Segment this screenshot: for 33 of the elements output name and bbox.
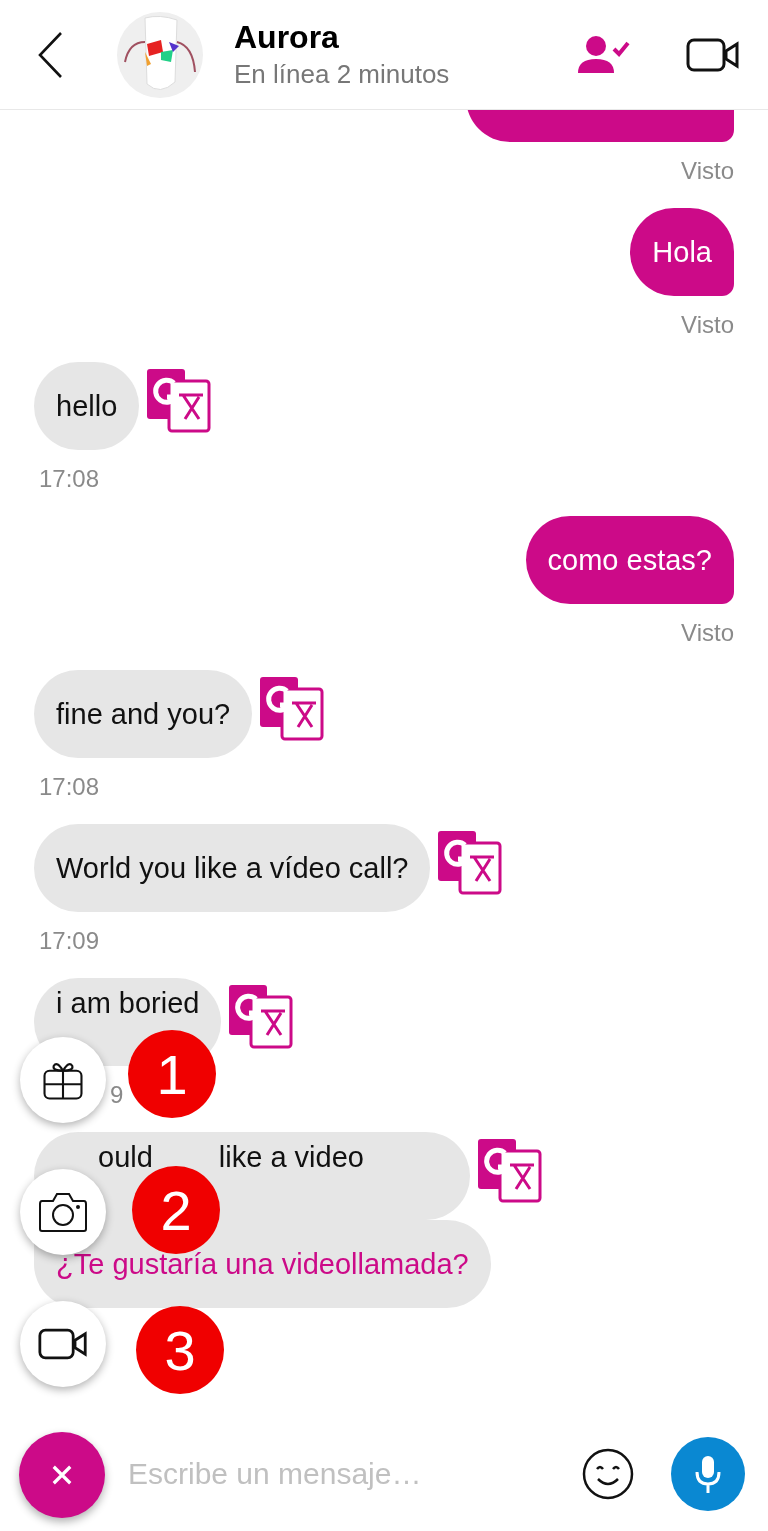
- translate-icon[interactable]: [258, 675, 325, 741]
- translate-icon[interactable]: [436, 829, 503, 895]
- translate-icon[interactable]: [227, 983, 294, 1049]
- received-message: World you like a vídeo call?: [34, 824, 431, 912]
- contact-name: Aurora: [234, 17, 340, 57]
- number-badge: 3: [136, 1306, 224, 1394]
- message-meta: Visto: [681, 157, 734, 184]
- emoji-icon[interactable]: [582, 1447, 634, 1500]
- microphone-icon: [693, 1453, 723, 1494]
- message-meta: Visto: [681, 619, 734, 646]
- message-meta: Visto: [681, 311, 734, 338]
- received-message: hello: [34, 362, 140, 450]
- message-meta: 17:09: [39, 927, 100, 954]
- close-icon: [51, 1464, 73, 1486]
- message-meta: 17:08: [39, 773, 100, 800]
- gift-button[interactable]: [20, 1037, 106, 1123]
- user-check-icon[interactable]: [578, 34, 630, 75]
- message-input[interactable]: Escribe un mensaje…: [128, 1456, 548, 1491]
- back-icon[interactable]: [37, 30, 63, 79]
- message-meta: 17:08: [39, 465, 100, 492]
- translate-icon[interactable]: [476, 1137, 542, 1203]
- video-button[interactable]: [20, 1301, 106, 1387]
- message-text: like a video: [218, 1141, 364, 1173]
- close-button[interactable]: [19, 1432, 105, 1518]
- translate-icon[interactable]: [145, 367, 212, 433]
- number-badge: 1: [128, 1030, 216, 1118]
- received-message: fine and you?: [34, 670, 253, 758]
- video-camera-icon[interactable]: [686, 37, 740, 72]
- sent-message: Hola: [630, 208, 734, 296]
- camera-icon: [38, 1191, 88, 1233]
- sent-message: como estas?: [525, 516, 734, 604]
- message-meta: 9: [110, 1081, 124, 1108]
- online-status: En línea 2 minutos: [234, 57, 450, 91]
